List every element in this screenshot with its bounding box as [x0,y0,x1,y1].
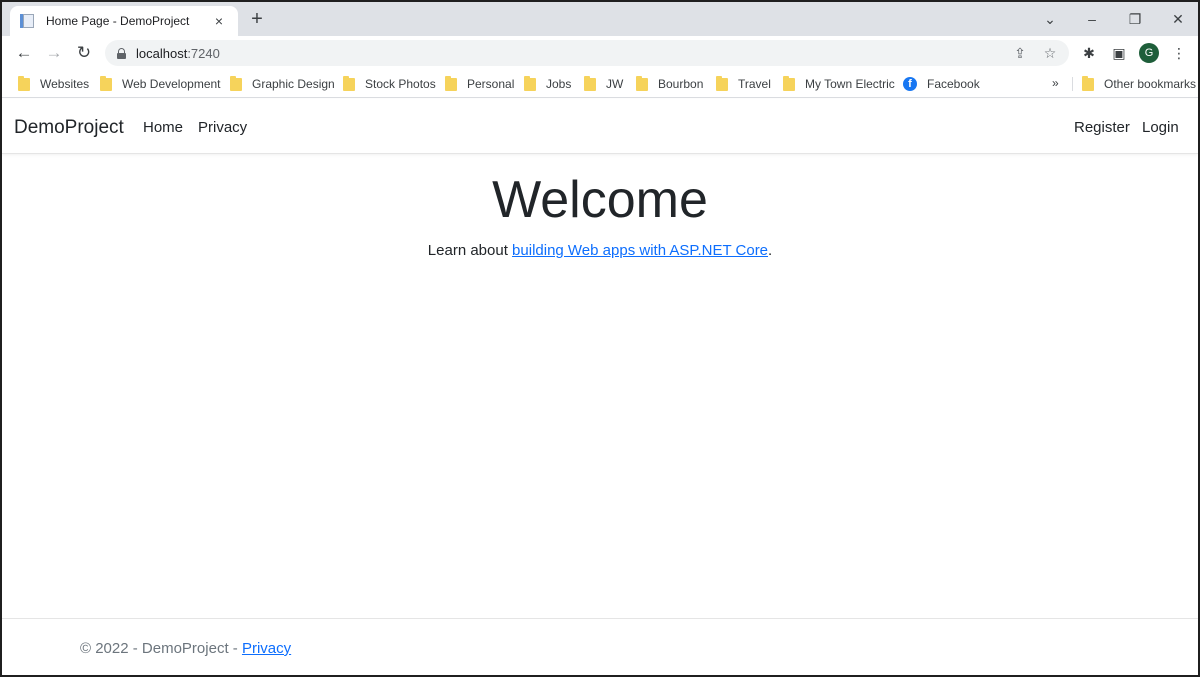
folder-icon [584,75,596,91]
browser-tab[interactable]: Home Page - DemoProject × [10,6,238,36]
lock-icon[interactable] [117,47,126,59]
bookmark-jw[interactable]: JW [584,75,623,92]
footer-text: © 2022 - DemoProject - Privacy [80,640,292,657]
profile-avatar[interactable]: G [1139,43,1159,63]
nav-link-register[interactable]: Register [1074,119,1130,136]
menu-icon[interactable]: ⋮ [1169,43,1189,63]
reload-button[interactable]: ↻ [73,42,95,64]
bookmark-personal[interactable]: Personal [445,75,514,92]
side-panel-icon[interactable]: ▣ [1109,43,1129,63]
bookmark-websites[interactable]: Websites [18,75,89,92]
footer-privacy-link[interactable]: Privacy [242,640,291,657]
bookmark-stock-photos[interactable]: Stock Photos [343,75,436,92]
folder-icon [445,75,457,91]
nav-link-home[interactable]: Home [143,119,183,136]
bookmarks-bar: Websites Web Development Graphic Design … [2,70,1198,98]
bookmark-bourbon[interactable]: Bourbon [636,75,703,92]
nav-link-privacy[interactable]: Privacy [198,119,247,136]
back-button[interactable]: ← [13,42,35,64]
browser-toolbar: ← → ↻ localhost:7240 ⇪ ☆ ✱ ▣ G ⋮ [2,36,1198,70]
extensions-icon[interactable]: ✱ [1079,43,1099,63]
folder-icon [524,75,536,91]
tab-search-icon[interactable]: ⌄ [1035,8,1065,30]
folder-icon [18,75,30,91]
bookmark-web-development[interactable]: Web Development [100,75,221,92]
window-close-button[interactable]: ✕ [1163,8,1193,30]
folder-icon [100,75,112,91]
bookmarks-divider [1072,77,1073,91]
bookmark-facebook[interactable]: f Facebook [903,76,980,92]
bookmark-jobs[interactable]: Jobs [524,75,571,92]
facebook-icon: f [903,77,917,91]
restore-button[interactable]: ❐ [1120,8,1150,30]
address-bar[interactable]: localhost:7240 ⇪ ☆ [105,40,1069,66]
page-icon [20,13,36,29]
url-host: localhost [136,45,188,61]
site-navbar: DemoProject Home Privacy Register Login [2,99,1198,154]
folder-icon [343,75,355,91]
close-icon[interactable]: × [210,13,228,29]
brand-link[interactable]: DemoProject [14,117,124,139]
bookmark-my-town-electric[interactable]: My Town Electric [783,75,895,92]
aspnet-docs-link[interactable]: building Web apps with ASP.NET Core [512,242,768,259]
star-icon[interactable]: ☆ [1040,44,1060,62]
lead-text: Learn about building Web apps with ASP.N… [427,242,773,259]
tab-title: Home Page - DemoProject [46,14,190,28]
bookmark-graphic-design[interactable]: Graphic Design [230,75,335,92]
folder-icon [1082,75,1094,91]
folder-icon [783,75,795,91]
folder-icon [716,75,728,91]
share-icon[interactable]: ⇪ [1010,44,1030,62]
forward-button[interactable]: → [43,42,65,64]
bookmarks-overflow-button[interactable]: » [1052,76,1059,90]
folder-icon [636,75,648,91]
nav-link-login[interactable]: Login [1142,119,1179,136]
folder-icon [230,75,242,91]
bookmark-other-bookmarks[interactable]: Other bookmarks [1082,75,1196,92]
bookmark-travel[interactable]: Travel [716,75,771,92]
minimize-button[interactable]: – [1077,8,1107,30]
new-tab-button[interactable]: + [246,8,268,30]
url-port: :7240 [187,45,220,61]
site-footer: © 2022 - DemoProject - Privacy [2,618,1198,675]
page-title: Welcome [492,171,708,229]
browser-window: Home Page - DemoProject × + ⌄ – ❐ ✕ ← → … [0,0,1200,677]
tab-strip: Home Page - DemoProject × + ⌄ – ❐ ✕ [2,2,1198,36]
